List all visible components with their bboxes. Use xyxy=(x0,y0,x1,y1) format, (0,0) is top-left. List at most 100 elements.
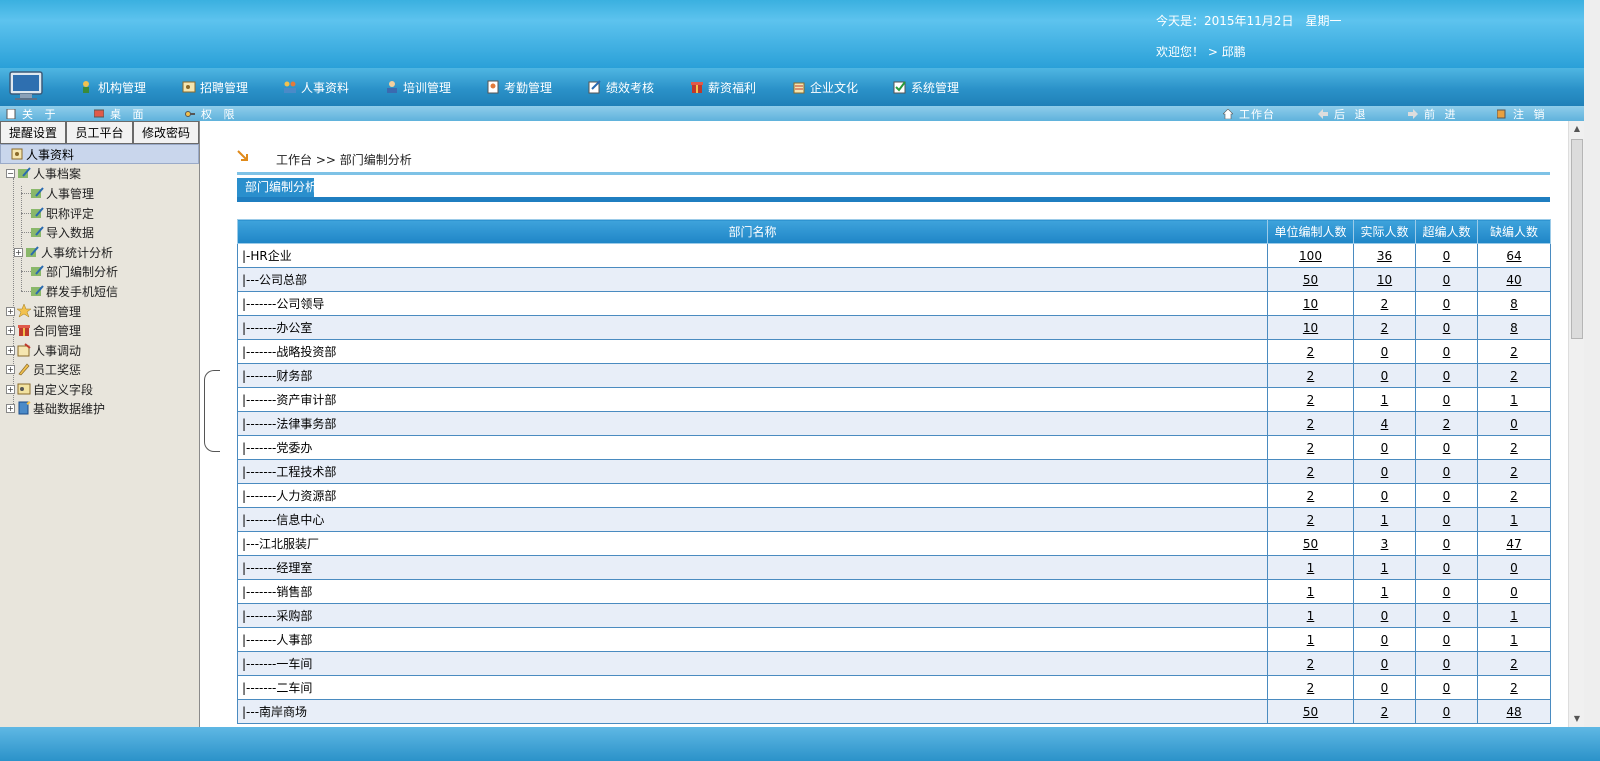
count-link[interactable]: 2 xyxy=(1307,441,1315,455)
count-link[interactable]: 1 xyxy=(1510,513,1518,527)
scroll-up-icon[interactable]: ▲ xyxy=(1569,121,1585,137)
count-link[interactable]: 4 xyxy=(1381,417,1389,431)
count-link[interactable]: 1 xyxy=(1510,633,1518,647)
count-link[interactable]: 1 xyxy=(1381,393,1389,407)
count-link[interactable]: 2 xyxy=(1307,489,1315,503)
expand-icon[interactable]: + xyxy=(6,364,15,374)
about-link[interactable]: 关 于 xyxy=(6,106,60,121)
nav-personnel[interactable]: 人事资料 xyxy=(283,77,349,97)
count-link[interactable]: 2 xyxy=(1510,441,1518,455)
count-link[interactable]: 1 xyxy=(1510,609,1518,623)
count-link[interactable]: 50 xyxy=(1303,273,1318,287)
count-link[interactable]: 1 xyxy=(1381,513,1389,527)
expand-icon[interactable]: + xyxy=(6,384,15,394)
count-link[interactable]: 0 xyxy=(1443,681,1451,695)
back-link[interactable]: 后 退 xyxy=(1318,106,1369,121)
count-link[interactable]: 2 xyxy=(1510,465,1518,479)
expand-icon[interactable]: + xyxy=(14,247,23,257)
count-link[interactable]: 2 xyxy=(1307,417,1315,431)
count-link[interactable]: 2 xyxy=(1307,345,1315,359)
tree-node-transfer[interactable]: + 人事调动 xyxy=(6,341,81,359)
count-link[interactable]: 47 xyxy=(1506,537,1521,551)
count-link[interactable]: 1 xyxy=(1307,585,1315,599)
count-link[interactable]: 2 xyxy=(1443,417,1451,431)
count-link[interactable]: 0 xyxy=(1381,369,1389,383)
count-link[interactable]: 0 xyxy=(1510,417,1518,431)
count-link[interactable]: 0 xyxy=(1443,321,1451,335)
count-link[interactable]: 1 xyxy=(1307,633,1315,647)
count-link[interactable]: 8 xyxy=(1510,297,1518,311)
nav-training[interactable]: 培训管理 xyxy=(385,77,451,97)
count-link[interactable]: 0 xyxy=(1381,633,1389,647)
forward-link[interactable]: 前 进 xyxy=(1408,106,1459,121)
count-link[interactable]: 0 xyxy=(1443,657,1451,671)
tree-item-dept-analysis[interactable]: 部门编制分析 xyxy=(30,262,118,280)
count-link[interactable]: 0 xyxy=(1443,513,1451,527)
count-link[interactable]: 2 xyxy=(1307,657,1315,671)
nav-recruit[interactable]: 招聘管理 xyxy=(182,77,248,97)
count-link[interactable]: 1 xyxy=(1510,393,1518,407)
count-link[interactable]: 2 xyxy=(1510,657,1518,671)
workbench-link[interactable]: 工作台 xyxy=(1223,106,1275,121)
count-link[interactable]: 1 xyxy=(1381,585,1389,599)
count-link[interactable]: 48 xyxy=(1506,705,1521,719)
tree-item-hr-management[interactable]: 人事管理 xyxy=(30,184,94,202)
count-link[interactable]: 0 xyxy=(1443,633,1451,647)
collapse-icon[interactable]: − xyxy=(6,168,15,178)
count-link[interactable]: 8 xyxy=(1510,321,1518,335)
count-link[interactable]: 2 xyxy=(1381,297,1389,311)
count-link[interactable]: 2 xyxy=(1307,513,1315,527)
employee-platform-button[interactable]: 员工平台 xyxy=(66,121,133,144)
count-link[interactable]: 10 xyxy=(1303,321,1318,335)
count-link[interactable]: 2 xyxy=(1381,321,1389,335)
expand-icon[interactable]: + xyxy=(6,345,15,355)
count-link[interactable]: 1 xyxy=(1381,561,1389,575)
count-link[interactable]: 64 xyxy=(1506,249,1521,263)
count-link[interactable]: 2 xyxy=(1510,345,1518,359)
count-link[interactable]: 0 xyxy=(1381,465,1389,479)
count-link[interactable]: 1 xyxy=(1307,609,1315,623)
count-link[interactable]: 2 xyxy=(1307,681,1315,695)
reminder-settings-button[interactable]: 提醒设置 xyxy=(0,121,66,144)
count-link[interactable]: 2 xyxy=(1381,705,1389,719)
count-link[interactable]: 0 xyxy=(1443,609,1451,623)
permission-link[interactable]: 权 限 xyxy=(185,106,239,121)
tree-item-statistics[interactable]: + 人事统计分析 xyxy=(14,243,113,261)
count-link[interactable]: 50 xyxy=(1303,537,1318,551)
expand-icon[interactable]: + xyxy=(6,403,15,413)
count-link[interactable]: 0 xyxy=(1381,609,1389,623)
tree-node-custom-fields[interactable]: + 自定义字段 xyxy=(6,380,93,398)
tree-item-title-evaluation[interactable]: 职称评定 xyxy=(30,204,94,222)
tree-node-basic-data[interactable]: + 基础数据维护 xyxy=(6,399,105,417)
nav-performance[interactable]: 绩效考核 xyxy=(588,77,654,97)
nav-attendance[interactable]: 考勤管理 xyxy=(486,77,552,97)
tree-node-archive[interactable]: − 人事档案 xyxy=(6,164,81,182)
logout-link[interactable]: 注 销 xyxy=(1497,106,1548,121)
change-password-button[interactable]: 修改密码 xyxy=(133,121,199,144)
count-link[interactable]: 0 xyxy=(1443,561,1451,575)
count-link[interactable]: 2 xyxy=(1510,369,1518,383)
expand-icon[interactable]: + xyxy=(6,325,15,335)
desktop-link[interactable]: 桌 面 xyxy=(94,106,148,121)
count-link[interactable]: 3 xyxy=(1381,537,1389,551)
count-link[interactable]: 0 xyxy=(1443,393,1451,407)
count-link[interactable]: 10 xyxy=(1303,297,1318,311)
count-link[interactable]: 40 xyxy=(1506,273,1521,287)
tree-item-sms[interactable]: 群发手机短信 xyxy=(30,282,118,300)
tree-node-rewards[interactable]: + 员工奖惩 xyxy=(6,360,81,378)
count-link[interactable]: 2 xyxy=(1510,489,1518,503)
count-link[interactable]: 0 xyxy=(1443,489,1451,503)
window-scrollbar[interactable] xyxy=(1584,0,1600,727)
count-link[interactable]: 0 xyxy=(1381,657,1389,671)
tree-node-license[interactable]: + 证照管理 xyxy=(6,302,81,320)
nav-salary[interactable]: 薪资福利 xyxy=(690,77,756,97)
scroll-thumb[interactable] xyxy=(1571,139,1583,339)
count-link[interactable]: 0 xyxy=(1443,273,1451,287)
count-link[interactable]: 0 xyxy=(1443,441,1451,455)
count-link[interactable]: 0 xyxy=(1443,537,1451,551)
count-link[interactable]: 0 xyxy=(1381,345,1389,359)
tree-node-contract[interactable]: + 合同管理 xyxy=(6,321,81,339)
count-link[interactable]: 1 xyxy=(1307,561,1315,575)
count-link[interactable]: 0 xyxy=(1381,441,1389,455)
count-link[interactable]: 36 xyxy=(1377,249,1392,263)
